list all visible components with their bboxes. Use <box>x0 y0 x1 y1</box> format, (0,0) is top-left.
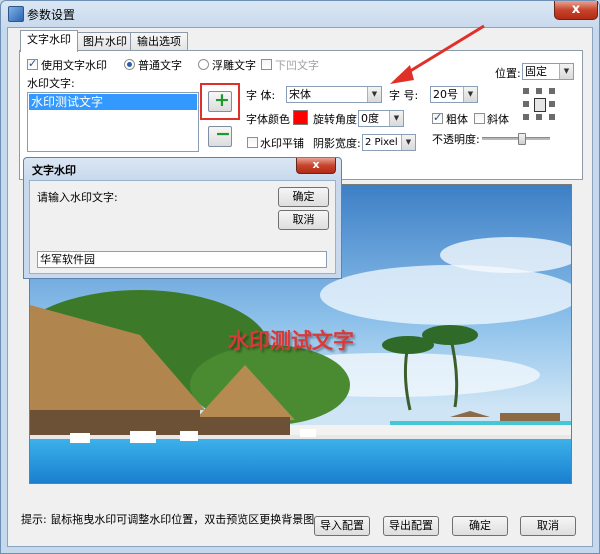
shadow-width-select[interactable]: 2 Pixel ▼ <box>362 134 416 151</box>
title-bar[interactable]: 参数设置 x <box>1 1 599 27</box>
plus-icon: + <box>214 89 230 111</box>
shadow-width-label: 阴影宽度: <box>313 137 361 150</box>
rotation-label: 旋转角度 <box>313 113 357 126</box>
chevron-down-icon: ▼ <box>463 87 477 102</box>
tab-image-watermark[interactable]: 图片水印 <box>76 32 134 51</box>
chevron-down-icon: ▼ <box>367 87 381 102</box>
size-label: 字 号: <box>389 89 419 102</box>
dialog-ok-button[interactable]: 确定 <box>278 187 329 207</box>
rotation-value: 0度 <box>361 112 379 125</box>
font-color-label: 字体颜色 <box>246 113 290 126</box>
font-value: 宋体 <box>289 88 311 101</box>
preview-watermark-text[interactable]: 水印测试文字 <box>228 325 354 355</box>
list-item[interactable]: 水印测试文字 <box>29 94 197 110</box>
opacity-slider-track[interactable] <box>482 133 550 145</box>
position-grid[interactable] <box>521 86 557 122</box>
position-center-selected[interactable] <box>534 98 546 112</box>
floating-text-radio[interactable] <box>198 59 209 70</box>
dialog-title: 文字水印 <box>32 164 76 177</box>
size-value: 20号 <box>433 88 458 101</box>
window-title: 参数设置 <box>27 8 76 22</box>
chevron-down-icon: ▼ <box>559 64 573 79</box>
dialog-close-button[interactable]: x <box>296 158 336 174</box>
normal-text-label: 普通文字 <box>138 59 182 72</box>
font-label: 字 体: <box>246 89 276 102</box>
window-close-button[interactable]: x <box>554 1 598 20</box>
sunken-text-label: 下凹文字 <box>275 59 319 72</box>
normal-text-radio[interactable] <box>124 59 135 70</box>
watermark-text-list[interactable]: 水印测试文字 <box>27 92 199 152</box>
dialog-cancel-button[interactable]: 取消 <box>278 210 329 230</box>
bold-label: 粗体 <box>446 113 468 126</box>
tile-watermark-label: 水印平铺 <box>260 137 304 150</box>
font-color-swatch[interactable] <box>293 110 308 125</box>
chevron-down-icon: ▼ <box>389 111 403 126</box>
tile-watermark-checkbox[interactable] <box>247 137 258 148</box>
rotation-select[interactable]: 0度 ▼ <box>358 110 404 127</box>
italic-label: 斜体 <box>487 113 509 126</box>
position-value: 固定 <box>525 65 547 78</box>
annotation-arrow-icon <box>390 24 485 84</box>
chevron-down-icon: ▼ <box>401 135 415 150</box>
position-select[interactable]: 固定 ▼ <box>522 63 574 80</box>
cancel-button[interactable]: 取消 <box>520 516 576 536</box>
import-config-button[interactable]: 导入配置 <box>314 516 370 536</box>
watermark-text-input[interactable]: 华军软件园 <box>37 251 327 268</box>
shadow-width-value: 2 Pixel <box>365 137 398 148</box>
dialog-prompt: 请输入水印文字: <box>37 191 118 204</box>
position-label: 位置: <box>495 67 521 80</box>
opacity-slider-thumb[interactable] <box>518 133 526 145</box>
tab-output-options[interactable]: 输出选项 <box>130 32 188 51</box>
use-text-watermark-label: 使用文字水印 <box>41 59 107 72</box>
italic-checkbox[interactable] <box>474 113 485 124</box>
floating-text-label: 浮雕文字 <box>212 59 256 72</box>
minus-icon: − <box>215 123 231 145</box>
font-select[interactable]: 宋体 ▼ <box>286 86 382 103</box>
export-config-button[interactable]: 导出配置 <box>383 516 439 536</box>
text-watermark-dialog: 文字水印 x 请输入水印文字: 确定 取消 华军软件园 <box>23 157 342 279</box>
bold-checkbox[interactable] <box>432 111 443 124</box>
remove-watermark-button[interactable]: − <box>208 123 232 147</box>
size-select[interactable]: 20号 ▼ <box>430 86 478 103</box>
dialog-client-area: 请输入水印文字: 确定 取消 华军软件园 <box>29 180 336 274</box>
ok-button[interactable]: 确定 <box>452 516 508 536</box>
sunken-text-checkbox[interactable] <box>261 59 272 70</box>
app-icon <box>8 6 24 22</box>
opacity-label: 不透明度: <box>432 133 480 146</box>
tab-text-watermark[interactable]: 文字水印 <box>20 30 78 52</box>
watermark-text-label: 水印文字: <box>27 77 75 90</box>
add-watermark-button[interactable]: + <box>208 89 232 112</box>
hint-text: 提示: 鼠标拖曳水印可调整水印位置，双击预览区更换背景图。 <box>21 513 326 526</box>
use-text-watermark-checkbox[interactable] <box>27 57 38 70</box>
